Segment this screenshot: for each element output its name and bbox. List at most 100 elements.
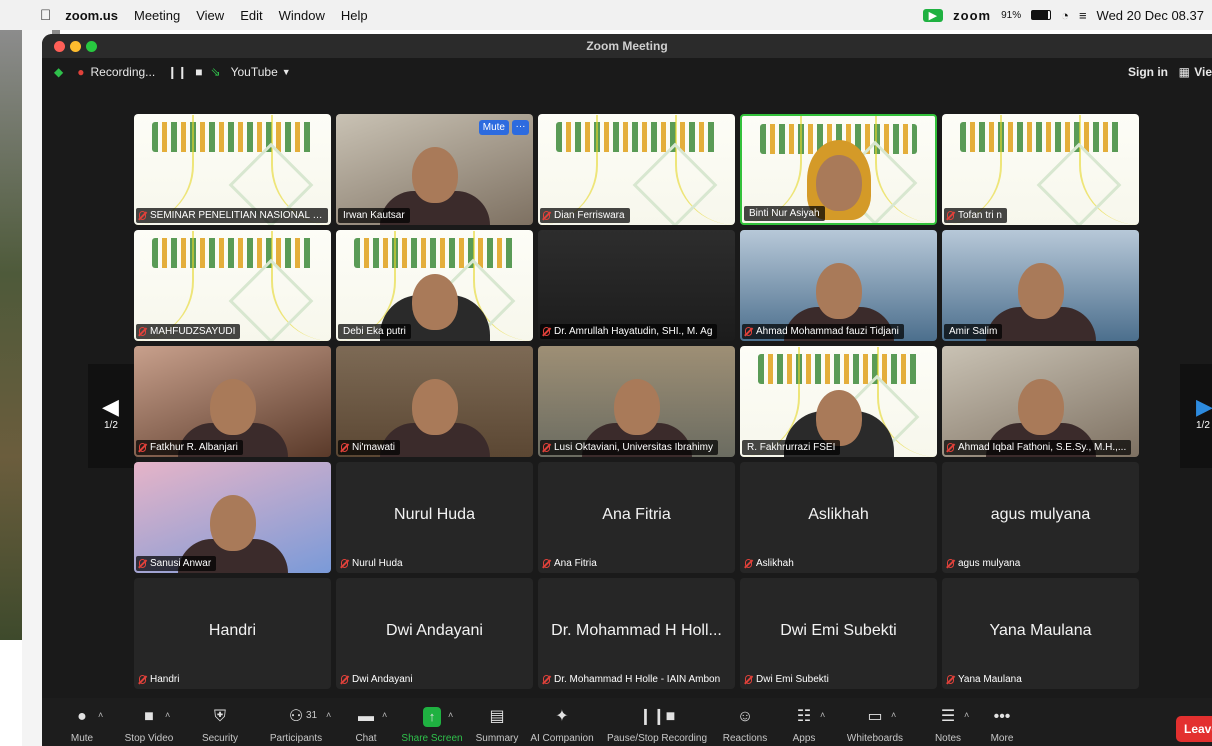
encryption-shield-icon[interactable]: ◆ — [54, 65, 63, 79]
participant-tile[interactable]: Nurul Huda Nurul Huda — [336, 462, 533, 573]
participant-name: Sanusi Anwar — [150, 558, 212, 569]
leave-button[interactable]: Leave — [1176, 716, 1212, 742]
toolbar-pause-stop-recording-button[interactable]: ❙❙■ Pause/Stop Recording — [602, 698, 712, 746]
participant-tile[interactable]: Ahmad Iqbal Fathoni, S.E.Sy., M.H.,... — [942, 346, 1139, 457]
tile-mute-button[interactable]: Mute — [478, 120, 509, 135]
participant-tile[interactable]: Ahmad Mohammad fauzi Tidjani — [740, 230, 937, 341]
chevron-up-icon[interactable]: ˄ — [382, 710, 387, 720]
toolbar-participants-button[interactable]: 31 ⚇ Participants ˄ — [252, 698, 340, 746]
apple-icon[interactable]:  — [40, 7, 51, 24]
page-next-button[interactable]: ▶ 1/2 — [1180, 364, 1212, 468]
chevron-up-icon[interactable]: ˄ — [165, 710, 170, 720]
maximize-window-icon[interactable] — [86, 41, 97, 52]
chevron-up-icon[interactable]: ˄ — [98, 710, 103, 720]
chevron-down-icon[interactable]: ▼ — [282, 67, 291, 77]
participant-tile[interactable]: Dwi Andayani Dwi Andayani — [336, 578, 533, 689]
participant-name: Dwi Andayani — [352, 674, 413, 685]
participant-name-label: Ahmad Iqbal Fathoni, S.E.Sy., M.H.,... — [944, 440, 1132, 455]
participant-tile[interactable]: Dr. Mohammad H Holl... Dr. Mohammad H Hol… — [538, 578, 735, 689]
recording-pause-icon[interactable]: ❙❙ — [167, 65, 187, 79]
participant-tile[interactable]: agus mulyana agus mulyana — [942, 462, 1139, 573]
livestream-icon[interactable]: ⇘ — [211, 65, 221, 79]
close-window-icon[interactable] — [54, 41, 65, 52]
participant-tile[interactable]: Binti Nur Asiyah — [740, 114, 937, 225]
muted-mic-icon — [139, 559, 146, 568]
tile-more-button[interactable]: ··· — [512, 120, 529, 135]
participant-tile[interactable]: Aslikhah Aslikhah — [740, 462, 937, 573]
toolbar-more-button[interactable]: ••• More — [976, 698, 1028, 746]
muted-mic-icon — [947, 559, 954, 568]
participant-tile[interactable]: SEMINAR PENELITIAN NASIONAL &... — [134, 114, 331, 225]
chat-icon: ▬ — [358, 708, 374, 725]
participant-name-label: Amir Salim — [944, 324, 1003, 339]
participant-tile[interactable]: Sanusi Anwar — [134, 462, 331, 573]
battery-icon[interactable] — [1031, 10, 1052, 20]
toolbar-share-screen-button[interactable]: ↑ Share Screen ˄ — [392, 698, 472, 746]
toolbar-summary-button[interactable]: ▤ Summary — [472, 698, 522, 746]
toolbar-label: Summary — [475, 733, 519, 744]
menu-view[interactable]: View — [196, 8, 224, 23]
menu-window[interactable]: Window — [279, 8, 325, 23]
chevron-up-icon[interactable]: ˄ — [326, 710, 331, 720]
participant-display-name: Nurul Huda — [394, 506, 475, 523]
muted-mic-icon — [745, 327, 752, 336]
recording-cloud-icon[interactable]: ● — [77, 65, 84, 79]
view-button[interactable]: Vie — [1194, 65, 1212, 79]
toolbar-whiteboards-button[interactable]: ▭ Whiteboards ˄ — [830, 698, 920, 746]
recording-stop-icon[interactable]: ■ — [195, 65, 202, 79]
wifi-icon[interactable]: ◔ — [1061, 8, 1069, 23]
mic-icon: ● — [77, 708, 87, 725]
chevron-up-icon[interactable]: ˄ — [448, 710, 453, 720]
zoom-camera-icon[interactable]: ▶ — [922, 8, 944, 22]
muted-mic-icon — [341, 443, 348, 452]
participant-face — [815, 390, 862, 447]
participant-tile[interactable]: Ni'mawati — [336, 346, 533, 457]
participant-tile[interactable]: Dwi Emi Subekti Dwi Emi Subekti — [740, 578, 937, 689]
chevron-up-icon[interactable]: ˄ — [964, 710, 969, 720]
participant-tile[interactable]: Lusi Oktaviani, Universitas Ibrahimy — [538, 346, 735, 457]
participant-tile[interactable]: Yana Maulana Yana Maulana — [942, 578, 1139, 689]
menu-help[interactable]: Help — [341, 8, 368, 23]
toolbar-security-button[interactable]: ⛨ Security — [188, 698, 252, 746]
recording-status[interactable]: Recording... — [90, 65, 155, 79]
toolbar-ai-companion-button[interactable]: ✦ AI Companion — [522, 698, 602, 746]
control-center-icon[interactable]: ≡ — [1079, 8, 1087, 23]
toolbar-reactions-button[interactable]: ☺ Reactions — [712, 698, 778, 746]
menu-edit[interactable]: Edit — [240, 8, 262, 23]
participant-tile[interactable]: Handri Handri — [134, 578, 331, 689]
toolbar-notes-button[interactable]: ☰ Notes ˄ — [920, 698, 976, 746]
participant-tile[interactable]: Mute ··· Irwan Kautsar — [336, 114, 533, 225]
participant-tile[interactable]: Ana Fitria Ana Fitria — [538, 462, 735, 573]
zoom-status-label[interactable]: zoom — [953, 8, 991, 23]
participant-tile[interactable]: Tofan tri n — [942, 114, 1139, 225]
chevron-up-icon[interactable]: ˄ — [820, 710, 825, 720]
toolbar-chat-button[interactable]: ▬ Chat ˄ — [340, 698, 392, 746]
menu-app-name[interactable]: zoom.us — [65, 8, 118, 23]
participant-tile[interactable]: Fatkhur R. Albanjari — [134, 346, 331, 457]
menu-meeting[interactable]: Meeting — [134, 8, 180, 23]
participant-face — [411, 274, 458, 331]
view-grid-icon[interactable]: ▦ — [1179, 65, 1190, 79]
participant-name-label: Sanusi Anwar — [136, 556, 217, 571]
participant-tile[interactable]: Dr. Amrullah Hayatudin, SHI., M. Ag — [538, 230, 735, 341]
participant-face — [209, 495, 256, 552]
toolbar-stop-video-button[interactable]: ■ Stop Video ˄ — [110, 698, 188, 746]
page-indicator-left: 1/2 — [104, 420, 118, 431]
youtube-stream-label[interactable]: YouTube — [231, 65, 278, 79]
summary-icon: ▤ — [489, 708, 505, 725]
participant-tile[interactable]: R. Fakhrurrazi FSEI — [740, 346, 937, 457]
participant-display-name: Dwi Emi Subekti — [780, 622, 897, 639]
toolbar-mute-button[interactable]: ● Mute ˄ — [54, 698, 110, 746]
page-prev-button[interactable]: ◀ 1/2 — [88, 364, 136, 468]
reactions-icon: ☺ — [736, 708, 754, 725]
clock[interactable]: Wed 20 Dec 08.37 — [1097, 8, 1204, 23]
chevron-up-icon[interactable]: ˄ — [891, 710, 896, 720]
participant-tile[interactable]: Dian Ferriswara — [538, 114, 735, 225]
participant-tile[interactable]: Debi Eka putri — [336, 230, 533, 341]
participant-tile[interactable]: MAHFUDZSAYUDI — [134, 230, 331, 341]
sign-in-link[interactable]: Sign in — [1128, 65, 1168, 79]
toolbar-apps-button[interactable]: ☷ Apps ˄ — [778, 698, 830, 746]
minimize-window-icon[interactable] — [70, 41, 81, 52]
muted-mic-icon — [341, 559, 348, 568]
participant-tile[interactable]: Amir Salim — [942, 230, 1139, 341]
